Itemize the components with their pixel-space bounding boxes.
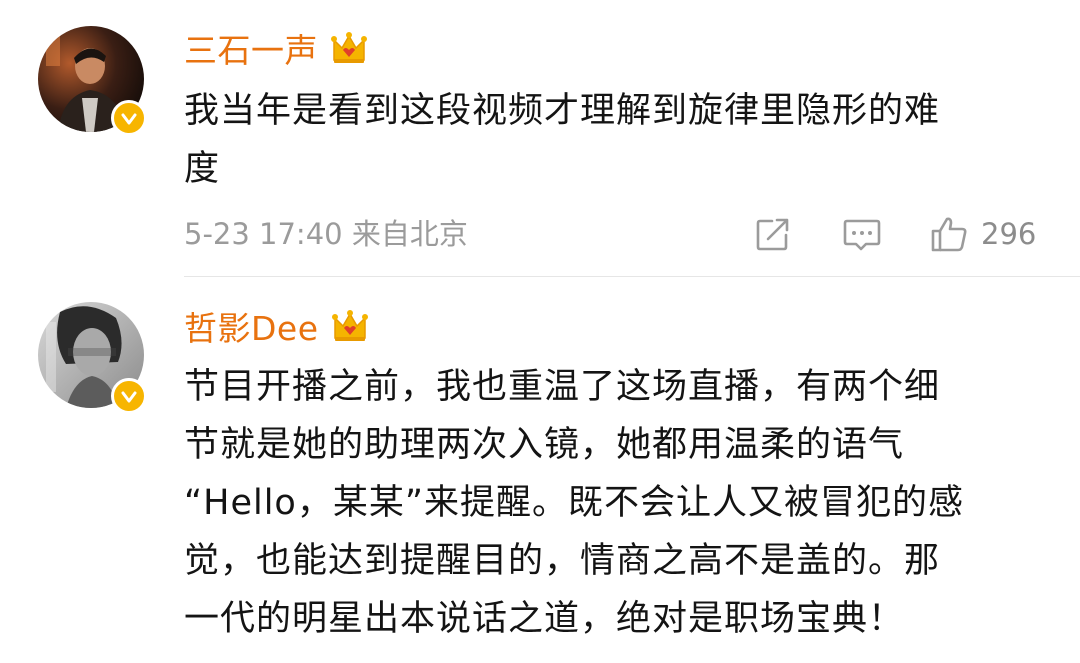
reply-button[interactable]	[842, 212, 882, 256]
crown-vip-icon[interactable]	[331, 308, 369, 344]
comment-item: 哲影Dee 节目开播之前，我也重温了这场直播，有两个细 节就是她的助理两次入镜，…	[0, 278, 1080, 663]
thumbs-up-icon	[931, 217, 967, 252]
like-count: 296	[981, 217, 1037, 251]
crown-vip-icon[interactable]	[330, 30, 368, 66]
comment-meta: 5-23 17:40 来自北京 296	[184, 212, 1046, 256]
like-button[interactable]: 296	[929, 212, 1036, 256]
comment-text: 我当年是看到这段视频才理解到旋律里隐形的难 度	[184, 91, 941, 189]
username[interactable]: 哲影Dee	[184, 302, 319, 350]
verified-badge-icon	[111, 378, 147, 414]
share-button[interactable]	[754, 212, 792, 256]
username-row: 哲影Dee	[184, 302, 369, 350]
comment-icon	[843, 219, 881, 251]
timestamp: 5-23 17:40 来自北京	[184, 217, 468, 251]
verified-badge-icon	[111, 100, 147, 136]
comment-item: 三石一声 我当年是看到这段视频才理解到旋律里隐形的难 度 5-23 17:40 …	[0, 0, 1080, 278]
username[interactable]: 三石一声	[184, 24, 318, 72]
username-row: 三石一声	[184, 24, 368, 72]
comment-text: 节目开播之前，我也重温了这场直播，有两个细 节就是她的助理两次入镜，她都用温柔的…	[184, 367, 964, 639]
divider	[184, 276, 1080, 277]
share-icon	[756, 218, 789, 251]
